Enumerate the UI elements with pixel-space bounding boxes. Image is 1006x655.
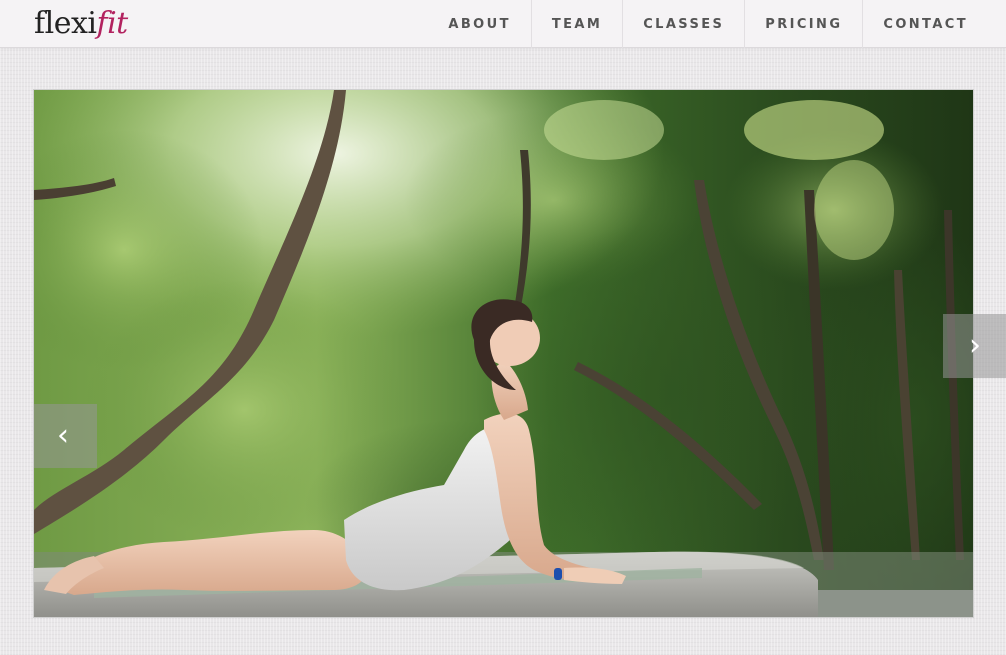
hero-slide-image	[34, 90, 973, 617]
logo-text-fit: fit	[96, 6, 128, 41]
nav-item-team[interactable]: TEAM	[530, 0, 622, 48]
slider-prev-button[interactable]: ‹	[34, 404, 97, 468]
main-nav: ABOUT TEAM CLASSES PRICING CONTACT	[428, 0, 988, 48]
nav-item-about[interactable]: ABOUT	[428, 0, 530, 48]
logo-text-flexi: flexi	[34, 6, 97, 41]
nav-item-pricing[interactable]: PRICING	[744, 0, 862, 48]
slider-next-button[interactable]: ›	[943, 314, 1006, 378]
nav-item-contact[interactable]: CONTACT	[862, 0, 988, 48]
hero-slider: ‹	[33, 89, 974, 618]
nav-item-classes[interactable]: CLASSES	[622, 0, 744, 48]
site-logo[interactable]: flexifit	[34, 4, 128, 44]
site-header: flexifit ABOUT TEAM CLASSES PRICING CONT…	[0, 0, 1006, 48]
